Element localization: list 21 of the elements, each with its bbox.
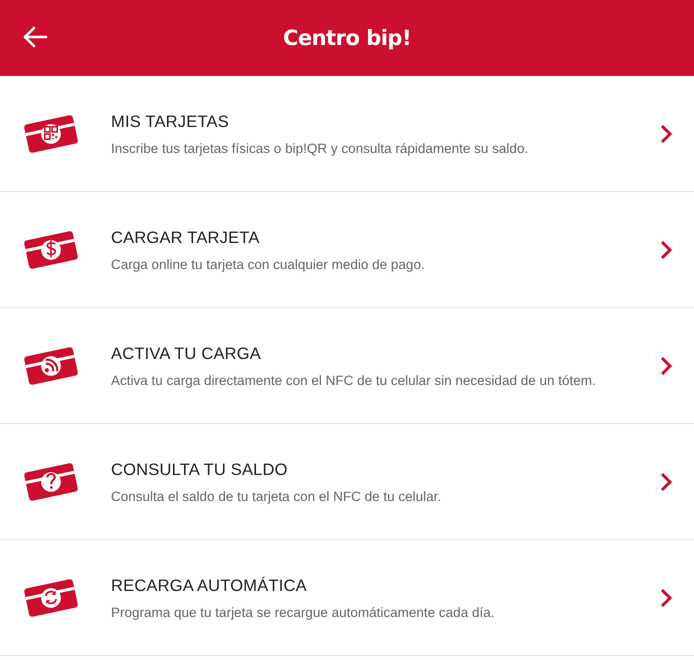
menu-item[interactable]: CARGAR TARJETA Carga online tu tarjeta con cualquier medio de pago.: [0, 192, 694, 308]
item-title: CARGAR TARJETA: [111, 228, 261, 248]
chevron-right-icon: [660, 472, 672, 492]
item-title: ACTIVA TU CARGA: [111, 344, 262, 364]
item-title: RECARGA AUTOMÁTICA: [111, 576, 308, 596]
header-title: Centro bip!: [282, 26, 412, 50]
item-description: Consulta el saldo de tu tarjeta con el NFC de tu celular.: [111, 488, 442, 504]
chevron-right-icon: [660, 124, 672, 144]
item-description: Activa tu carga directamente con el NFC de tu celular sin necesidad de un tótem.: [111, 372, 597, 388]
item-description: Programa que tu tarjeta se recargue automáticamente cada día.: [111, 604, 496, 620]
chevron-right-icon: [660, 588, 672, 608]
item-description: Carga online tu tarjeta con cualquier medio de pago.: [111, 256, 426, 272]
menu-item[interactable]: ACTIVA TU CARGA Activa tu carga directamente con el NFC de tu celular sin necesidad de un tótem.: [0, 308, 694, 424]
item-title: MIS TARJETAS: [111, 112, 230, 132]
item-title: CONSULTA TU SALDO: [111, 460, 289, 480]
item-description: Inscribe tus tarjetas físicas o bip!QR y consulta rápidamente su saldo.: [111, 140, 530, 156]
menu-item[interactable]: MIS TARJETAS Inscribe tus tarjetas físicas o bip!QR y consulta rápidamente su saldo.: [0, 76, 694, 192]
chevron-right-icon: [660, 356, 672, 376]
menu-item[interactable]: RECARGA AUTOMÁTICA Programa que tu tarjeta se recargue automáticamente cada día.: [0, 540, 694, 656]
chevron-right-icon: [660, 240, 672, 260]
menu-item[interactable]: CONSULTA TU SALDO Consulta el saldo de tu tarjeta con el NFC de tu celular.: [0, 424, 694, 540]
